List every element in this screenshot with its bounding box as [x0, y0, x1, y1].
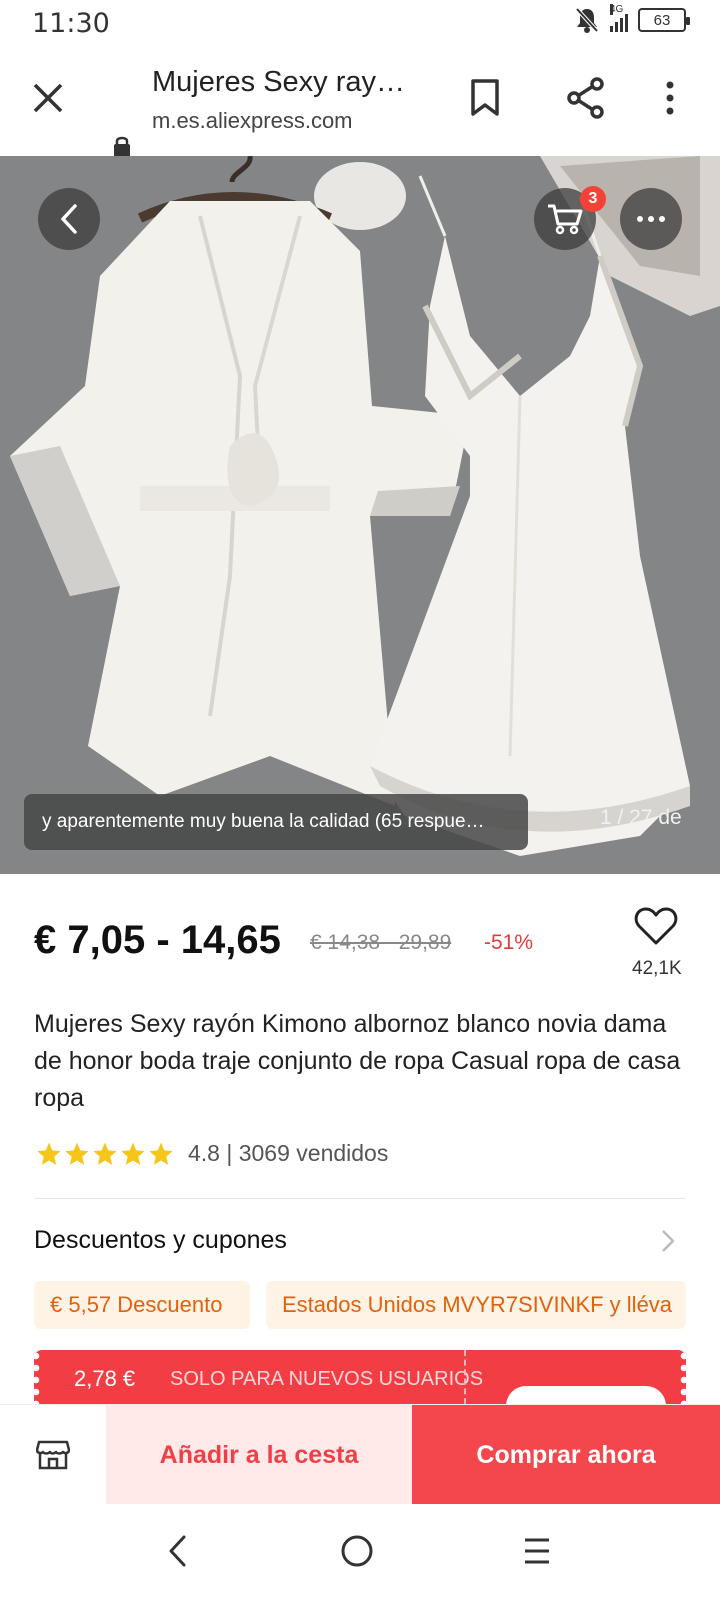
- image-counter: 1 / 27 de: [600, 806, 682, 829]
- wishlist-count: 42,1K: [632, 958, 682, 979]
- rating-stars: [36, 1141, 174, 1167]
- star-icon: [37, 1142, 61, 1165]
- product-image-gallery[interactable]: 3 y aparentemente muy buena la calidad (…: [0, 156, 720, 874]
- rating-row[interactable]: 4.8 | 3069 vendidos: [36, 1140, 388, 1167]
- coupon-chip-code[interactable]: Estados Unidos MVYR7SIVINKF y lléva: [266, 1281, 686, 1329]
- star-icon: [121, 1142, 145, 1165]
- back-icon: [61, 204, 77, 234]
- store-button[interactable]: [0, 1405, 106, 1505]
- browser-toolbar: Mujeres Sexy ray… m.es.aliexpress.com: [0, 50, 720, 157]
- cart-icon: [548, 204, 583, 235]
- mute-notifications-icon: [575, 7, 599, 33]
- buy-now-button[interactable]: Comprar ahora: [412, 1405, 720, 1505]
- star-icon: [93, 1142, 117, 1165]
- product-title: Mujeres Sexy rayón Kimono albornoz blanc…: [34, 1010, 681, 1112]
- new-user-label: SOLO PARA NUEVOS USUARIOS: [170, 1368, 484, 1390]
- more-horizontal-icon: [637, 216, 665, 222]
- store-icon: [36, 1440, 70, 1470]
- banner-notch: [34, 1350, 40, 1404]
- bookmark-icon[interactable]: [470, 78, 500, 118]
- purchase-action-bar: Añadir a la cesta Comprar ahora: [0, 1404, 720, 1505]
- system-navigation-bar: [0, 1504, 720, 1600]
- star-icon: [65, 1142, 89, 1165]
- rating-summary: 4.8 | 3069 vendidos: [188, 1140, 389, 1166]
- cart-count-badge: 3: [580, 186, 606, 212]
- add-to-cart-button[interactable]: Añadir a la cesta: [106, 1405, 412, 1505]
- chevron-right-icon[interactable]: [660, 1228, 676, 1254]
- more-vertical-icon[interactable]: [664, 80, 676, 116]
- discount-percent: -51%: [484, 931, 534, 954]
- gallery-more-button[interactable]: [620, 188, 682, 250]
- coupon-chip-discount[interactable]: € 5,57 Descuento: [34, 1281, 250, 1329]
- banner-perforation: [464, 1350, 466, 1404]
- star-icon: [149, 1142, 173, 1165]
- status-bar: 11:30 4G 63: [0, 0, 720, 50]
- gallery-back-button[interactable]: [38, 188, 100, 250]
- network-type: 4G: [610, 4, 624, 15]
- new-user-coupon-banner[interactable]: 2,78 € SOLO PARA NUEVOS USUARIOS: [34, 1350, 686, 1404]
- claim-coupon-button[interactable]: [506, 1386, 666, 1404]
- status-time: 11:30: [32, 8, 110, 39]
- battery-icon: 63: [638, 8, 690, 32]
- battery-level: 63: [653, 11, 671, 29]
- review-snippet[interactable]: y aparentemente muy buena la calidad (65…: [24, 794, 528, 850]
- new-user-amount: 2,78 €: [74, 1366, 136, 1391]
- close-icon[interactable]: [30, 80, 66, 116]
- original-price: € 14,38 - 29,89: [310, 931, 452, 954]
- status-icons: 4G 63: [574, 4, 690, 34]
- banner-notch: [680, 1350, 686, 1404]
- nav-recent-apps-icon[interactable]: [522, 1536, 552, 1566]
- product-photo: [0, 156, 720, 874]
- divider: [34, 1198, 686, 1199]
- coupons-heading[interactable]: Descuentos y cupones: [34, 1226, 287, 1255]
- nav-home-icon[interactable]: [340, 1534, 374, 1568]
- page-url[interactable]: m.es.aliexpress.com: [152, 108, 353, 134]
- signal-icon: 4G: [610, 4, 628, 32]
- page-title: Mujeres Sexy ray…: [152, 66, 406, 98]
- nav-back-icon[interactable]: [166, 1534, 188, 1568]
- lock-icon: [114, 136, 130, 157]
- heart-icon[interactable]: [634, 906, 678, 946]
- price-range: € 7,05 - 14,65: [34, 918, 281, 962]
- share-icon[interactable]: [566, 76, 606, 120]
